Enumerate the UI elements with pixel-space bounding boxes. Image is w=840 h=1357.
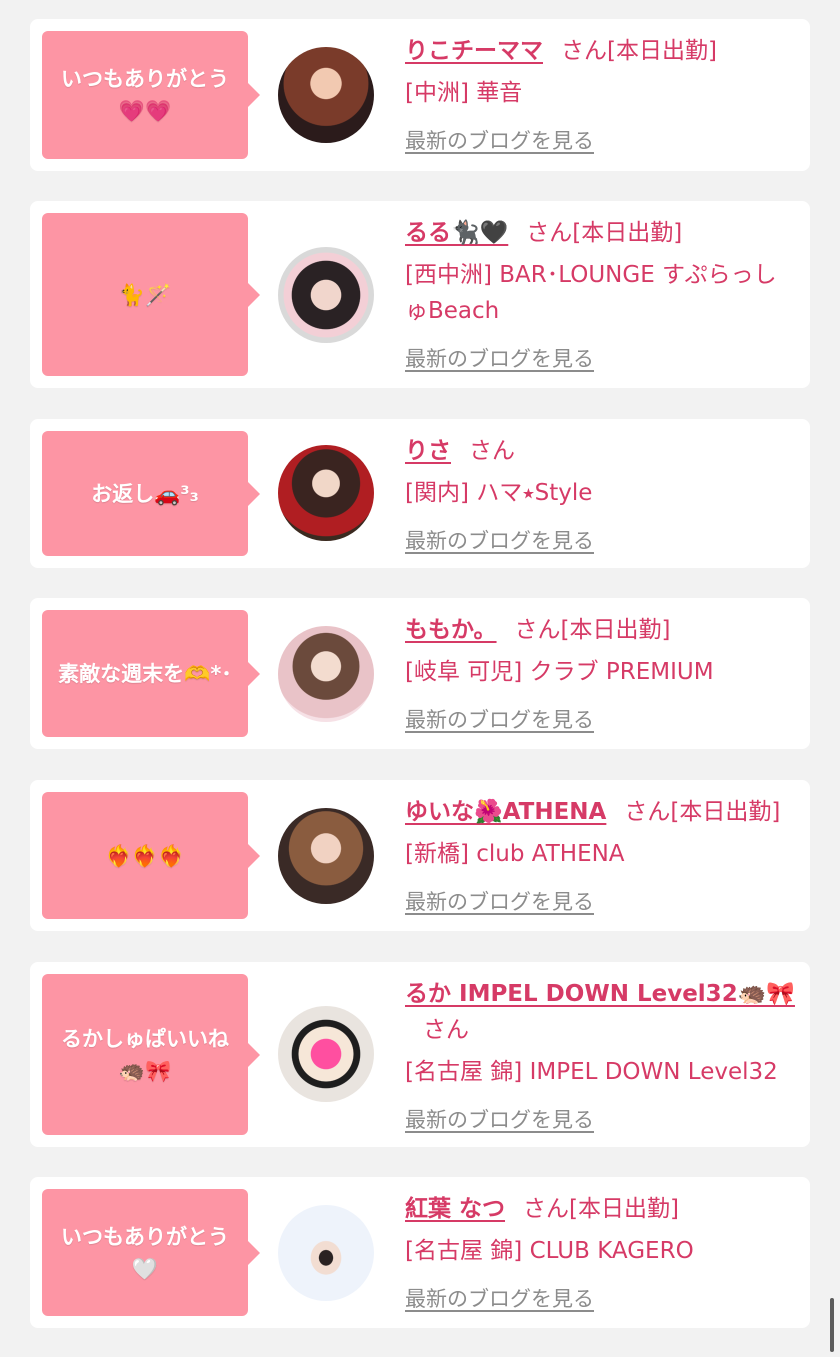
avatar[interactable] [278,247,374,343]
shop-name: [岐阜 可児] クラブ PREMIUM [405,659,714,685]
list-item: いつもありがとう🤍 紅葉 なつ さん[本日出勤] [名古屋 錦] CLUB KAG… [30,1177,810,1328]
message-bubble: 素敵な週末を🫶*･ [42,610,260,737]
shop-name: [関内] ハマ⭑Style [405,480,593,506]
honorific: さん [514,617,561,643]
avatar[interactable] [278,1205,374,1301]
cast-name-link[interactable]: ももか。 [405,617,497,643]
cast-name-link[interactable]: りさ [405,438,451,464]
cast-name-link[interactable]: 紅葉 なつ [405,1196,505,1222]
entry-info: りさ さん [関内] ハマ⭑Style 最新のブログを見る [405,433,798,559]
shop-name: [名古屋 錦] CLUB KAGERO [405,1238,694,1264]
name-line: るか IMPEL DOWN Level32🦔🎀 さん [405,976,798,1048]
honorific: さん [523,1196,570,1222]
honorific: さん [526,220,573,246]
blog-link[interactable]: 最新のブログを見る [405,523,594,559]
entry-info: るか IMPEL DOWN Level32🦔🎀 さん [名古屋 錦] IMPEL … [405,976,798,1138]
honorific: さん [561,38,607,64]
message-text: 🐈🪄 [118,282,172,307]
message-text: いつもありがとう🤍 [61,1224,229,1281]
cast-name-link[interactable]: りこチーママ [405,38,543,64]
honorific: さん [624,799,671,825]
message-text: ❤️‍🔥❤️‍🔥❤️‍🔥 [105,843,185,868]
list-item: 素敵な週末を🫶*･ ももか。 さん[本日出勤] [岐阜 可児] クラブ PREMI… [30,598,810,749]
list-item: ❤️‍🔥❤️‍🔥❤️‍🔥 ゆいな🌺ATHENA さん[本日出勤] [新橋] clu… [30,780,810,931]
entry-info: ももか。 さん[本日出勤] [岐阜 可児] クラブ PREMIUM 最新のブログを… [405,612,798,738]
status-badge: [本日出勤] [670,799,781,825]
blog-link[interactable]: 最新のブログを見る [405,1281,594,1317]
avatar[interactable] [278,1006,374,1102]
message-bubble: いつもありがとう🤍 [42,1189,260,1316]
status-badge: [本日出勤] [569,1196,679,1222]
entry-info: 紅葉 なつ さん[本日出勤] [名古屋 錦] CLUB KAGERO 最新のブログ… [405,1191,798,1317]
list-item: るかしゅぱいいね🦔🎀 るか IMPEL DOWN Level32🦔🎀 さん [名古… [30,962,810,1147]
name-line: ももか。 さん[本日出勤] [405,612,798,648]
cast-name-link[interactable]: るか IMPEL DOWN Level32🦔🎀 [405,981,795,1007]
name-line: りさ さん [405,433,798,469]
status-badge: [本日出勤] [607,38,717,64]
blog-link[interactable]: 最新のブログを見る [405,341,594,377]
name-line: りこチーママ さん[本日出勤] [405,33,798,69]
shop-name: [西中洲] BAR･LOUNGE すぷらっしゅBeach [405,262,777,324]
list-item: 🐈🪄 るる🐈‍⬛🖤 さん[本日出勤] [西中洲] BAR･LOUNGE すぷらっし… [30,201,810,388]
name-line: 紅葉 なつ さん[本日出勤] [405,1191,798,1227]
message-text: 素敵な週末を🫶*･ [58,661,232,686]
scrollbar[interactable] [830,1298,834,1352]
shop-name: [中洲] 華音 [405,80,523,106]
honorific: さん [469,438,515,464]
cast-name-link[interactable]: ゆいな🌺ATHENA [405,799,606,825]
message-bubble: いつもありがとう💗💗 [42,31,260,159]
message-bubble: るかしゅぱいいね🦔🎀 [42,974,260,1135]
message-bubble: ❤️‍🔥❤️‍🔥❤️‍🔥 [42,792,260,919]
entry-info: りこチーママ さん[本日出勤] [中洲] 華音 最新のブログを見る [405,33,798,159]
blog-link[interactable]: 最新のブログを見る [405,884,594,920]
blog-link[interactable]: 最新のブログを見る [405,1102,594,1138]
cast-name-link[interactable]: るる🐈‍⬛🖤 [405,220,508,246]
blog-link[interactable]: 最新のブログを見る [405,123,594,159]
thanks-list: いつもありがとう💗💗 りこチーママ さん[本日出勤] [中洲] 華音 最新のブログ… [0,0,840,1357]
avatar[interactable] [278,47,374,143]
message-bubble: お返し🚗³₃ [42,431,260,556]
message-text: お返し🚗³₃ [91,481,199,506]
entry-info: ゆいな🌺ATHENA さん[本日出勤] [新橋] club ATHENA 最新のブ… [405,794,798,920]
avatar[interactable] [278,445,374,541]
status-badge: [本日出勤] [572,220,683,246]
blog-link[interactable]: 最新のブログを見る [405,702,594,738]
name-line: るる🐈‍⬛🖤 さん[本日出勤] [405,215,798,251]
name-line: ゆいな🌺ATHENA さん[本日出勤] [405,794,798,830]
list-item: お返し🚗³₃ りさ さん [関内] ハマ⭑Style 最新のブログを見る [30,419,810,568]
list-item: いつもありがとう💗💗 りこチーママ さん[本日出勤] [中洲] 華音 最新のブログ… [30,19,810,171]
message-bubble: 🐈🪄 [42,213,260,376]
avatar[interactable] [278,626,374,722]
message-text: るかしゅぱいいね🦔🎀 [61,1026,229,1083]
entry-info: るる🐈‍⬛🖤 さん[本日出勤] [西中洲] BAR･LOUNGE すぷらっしゅBe… [405,215,798,377]
shop-name: [名古屋 錦] IMPEL DOWN Level32 [405,1059,778,1085]
message-text: いつもありがとう💗💗 [61,67,229,123]
status-badge: [本日出勤] [560,617,671,643]
avatar[interactable] [278,808,374,904]
shop-name: [新橋] club ATHENA [405,841,625,867]
honorific: さん [423,1017,469,1043]
